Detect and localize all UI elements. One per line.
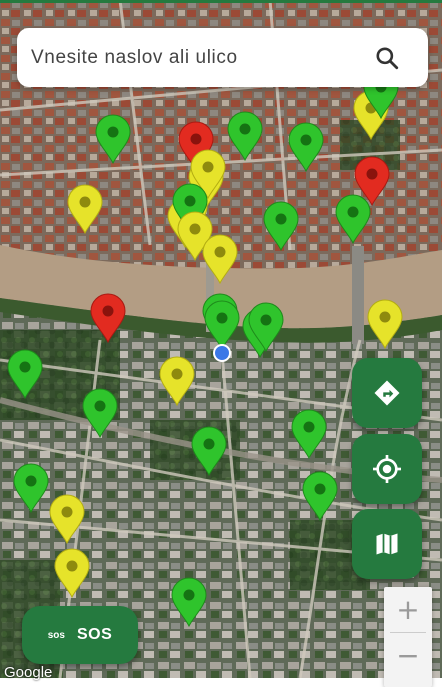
search-icon[interactable]: [374, 45, 400, 71]
my-location-icon: [373, 455, 401, 483]
zoom-out-button[interactable]: −: [384, 633, 432, 678]
zoom-controls: + −: [384, 587, 432, 687]
zoom-in-button[interactable]: +: [384, 587, 432, 632]
user-location-dot: [213, 344, 231, 362]
directions-button[interactable]: [352, 358, 422, 428]
search-input[interactable]: [29, 45, 353, 70]
map-attribution: Google: [4, 664, 53, 681]
map-layers-icon: [376, 533, 398, 555]
directions-icon: [374, 380, 400, 406]
map-layers-button[interactable]: [352, 509, 422, 579]
sos-button[interactable]: sos SOS: [22, 606, 138, 664]
search-bar[interactable]: [17, 28, 428, 87]
my-location-button[interactable]: [352, 434, 422, 504]
sos-button-label: SOS: [76, 626, 113, 643]
sos-icon: sos: [47, 629, 65, 641]
